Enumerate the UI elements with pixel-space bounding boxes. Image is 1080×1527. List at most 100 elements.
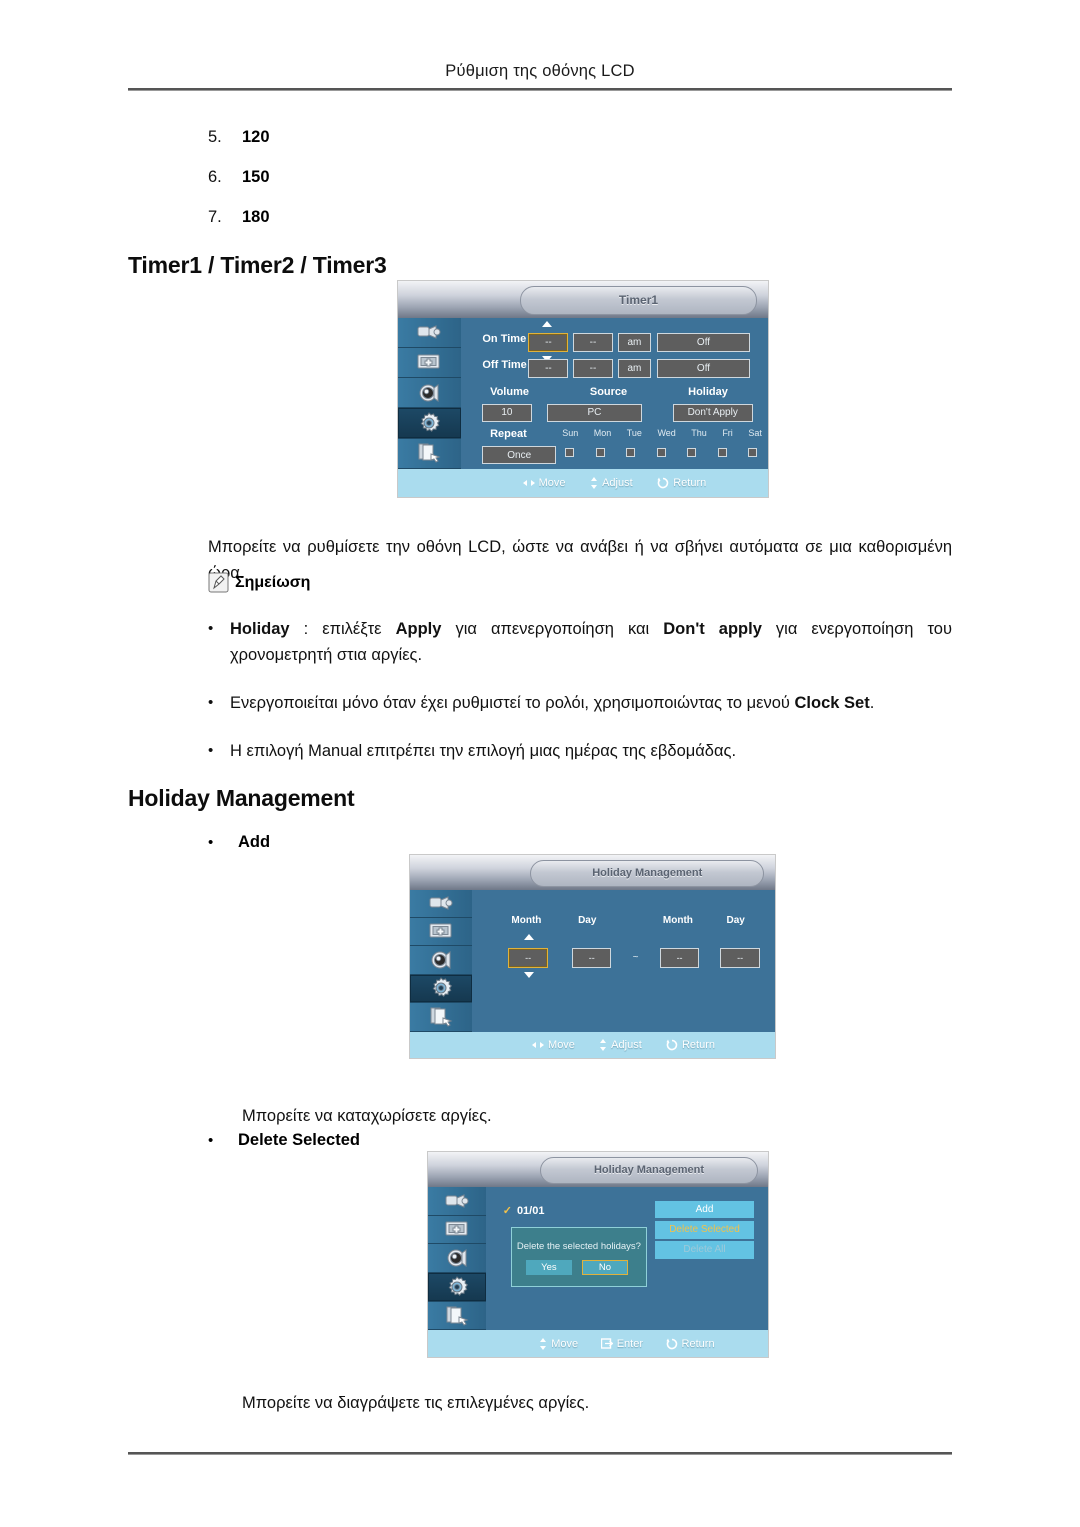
multi-control-icon[interactable] — [398, 438, 461, 469]
day-start-field[interactable]: -- — [572, 947, 612, 968]
sound-speaker-icon[interactable] — [428, 1244, 486, 1273]
move-icon — [532, 1041, 545, 1048]
on-time-minute-field[interactable]: -- — [572, 332, 613, 353]
adjust-icon — [600, 1038, 607, 1051]
osd-footer: Move Adjust Return — [410, 1031, 775, 1058]
holiday-value-field[interactable]: Don't Apply — [672, 403, 753, 423]
day-checkbox-mon[interactable] — [595, 447, 605, 457]
subbullet-delete-selected: • Delete Selected — [208, 1131, 360, 1150]
day-label-start: Day — [578, 915, 597, 927]
return-icon — [657, 477, 669, 489]
day-checkbox-tue[interactable] — [626, 447, 636, 457]
footer-move-label: Move — [551, 1337, 579, 1350]
multi-control-icon[interactable] — [428, 1301, 486, 1331]
osd-title-text: Holiday Management — [593, 1164, 705, 1177]
off-time-hour-field[interactable]: -- — [528, 358, 569, 379]
stepper-down-icon[interactable] — [523, 971, 534, 978]
delete-all-button[interactable]: Delete All — [655, 1241, 754, 1259]
stepper-up-icon[interactable] — [542, 320, 553, 327]
source-label: Source — [589, 385, 628, 398]
on-time-label: On Time — [482, 332, 527, 345]
input-plug-icon[interactable] — [410, 889, 473, 918]
footer-return-label: Return — [673, 476, 707, 489]
footer-adjust: Adjust — [590, 476, 633, 489]
month-start-field[interactable]: -- — [508, 947, 548, 968]
setup-gear-icon[interactable] — [428, 1272, 486, 1302]
dialog-yes-button[interactable]: Yes — [525, 1260, 573, 1276]
list-item: 6. 150 — [208, 168, 628, 208]
header-divider — [128, 88, 952, 91]
holiday-entry-row[interactable]: ✓ 01/01 — [502, 1204, 545, 1218]
delete-selected-button[interactable]: Delete Selected — [655, 1221, 754, 1239]
section-heading-timer: Timer1 / Timer2 / Timer3 — [128, 252, 387, 278]
osd-sidebar — [398, 317, 462, 469]
list-item-number: 7. — [208, 208, 222, 226]
day-checkbox-thu[interactable] — [687, 447, 697, 457]
osd-titlebar: Holiday Management — [428, 1152, 768, 1187]
day-label-wed: Wed — [657, 428, 676, 439]
subbullet-add-label: Add — [238, 833, 271, 851]
setup-gear-icon[interactable] — [398, 408, 461, 439]
source-value-field[interactable]: PC — [546, 403, 643, 423]
list-item-number: 5. — [208, 128, 222, 146]
list-item-number: 6. — [208, 168, 222, 186]
osd-titlebar: Holiday Management — [410, 855, 775, 890]
day-label-sun: Sun — [562, 428, 579, 439]
footer-return-label: Return — [681, 1038, 716, 1051]
document-page: Ρύθμιση της οθόνης LCD 5. 120 6. 150 7. … — [0, 0, 1080, 1527]
picture-monitor-icon[interactable] — [410, 917, 473, 947]
add-button[interactable]: Add — [655, 1201, 754, 1219]
day-checkbox-sun[interactable] — [565, 447, 575, 457]
day-checkbox-row — [565, 447, 758, 457]
list-item: 7. 180 — [208, 208, 628, 248]
section-heading-holiday: Holiday Management — [128, 785, 355, 811]
numbered-list: 5. 120 6. 150 7. 180 — [208, 128, 628, 248]
input-plug-icon[interactable] — [428, 1186, 486, 1216]
dialog-no-button[interactable]: No — [581, 1260, 629, 1276]
sound-speaker-icon[interactable] — [398, 378, 461, 409]
day-checkbox-fri[interactable] — [717, 447, 727, 457]
osd-screenshot-holiday-delete: Holiday Management ✓ 01/01 Add Delete Se… — [428, 1152, 768, 1357]
volume-label: Volume — [490, 385, 529, 398]
off-time-ampm-field[interactable]: am — [617, 358, 652, 379]
day-checkbox-wed[interactable] — [656, 447, 666, 457]
on-time-ampm-field[interactable]: am — [617, 332, 652, 353]
osd-titlebar: Timer1 — [398, 281, 768, 318]
setup-gear-icon[interactable] — [410, 974, 473, 1004]
footer-move-label: Move — [538, 476, 566, 489]
day-checkbox-sat[interactable] — [748, 447, 758, 457]
osd-footer: Move Enter Return — [428, 1330, 768, 1357]
repeat-value-field[interactable]: Once — [482, 446, 557, 465]
picture-monitor-icon[interactable] — [398, 347, 461, 379]
input-plug-icon[interactable] — [398, 317, 461, 348]
day-label-thu: Thu — [691, 428, 707, 439]
footer-move-label: Move — [548, 1038, 575, 1051]
list-item: 5. 120 — [208, 128, 628, 168]
footer-adjust: Adjust — [599, 1038, 642, 1051]
on-time-hour-field[interactable]: -- — [528, 332, 569, 353]
osd-screenshot-holiday-add: Holiday Management Month Day Month Day -… — [410, 855, 775, 1058]
holiday-delete-description: Μπορείτε να διαγράψετε τις επιλεγμένες α… — [242, 1393, 590, 1412]
month-end-field[interactable]: -- — [659, 947, 700, 968]
range-separator: ~ — [632, 952, 639, 964]
osd-sidebar — [410, 889, 474, 1032]
entry-check-icon: ✓ — [502, 1205, 512, 1218]
footer-move: Move — [522, 476, 566, 489]
off-time-minute-field[interactable]: -- — [572, 358, 613, 379]
multi-control-icon[interactable] — [410, 1003, 473, 1032]
footer-move: Move — [539, 1337, 579, 1350]
footer-move: Move — [532, 1039, 575, 1051]
bullet-text-manual: Η επιλογή Manual επιτρέπει την επιλογή μ… — [230, 742, 737, 760]
volume-value-field[interactable]: 10 — [482, 403, 532, 423]
bullet-text-holiday: Holiday : επιλέξτε Apply για απενεργοποί… — [230, 620, 952, 664]
picture-monitor-icon[interactable] — [428, 1215, 486, 1245]
day-end-field[interactable]: -- — [720, 947, 760, 968]
move-icon — [522, 479, 535, 486]
note-label: Σημείωση — [235, 573, 311, 591]
off-time-state-field[interactable]: Off — [657, 358, 750, 379]
footer-return: Return — [665, 1338, 715, 1350]
osd-title-pill: Holiday Management — [540, 1156, 758, 1185]
on-time-state-field[interactable]: Off — [657, 332, 750, 353]
stepper-up-icon[interactable] — [523, 933, 534, 940]
sound-speaker-icon[interactable] — [410, 946, 473, 975]
